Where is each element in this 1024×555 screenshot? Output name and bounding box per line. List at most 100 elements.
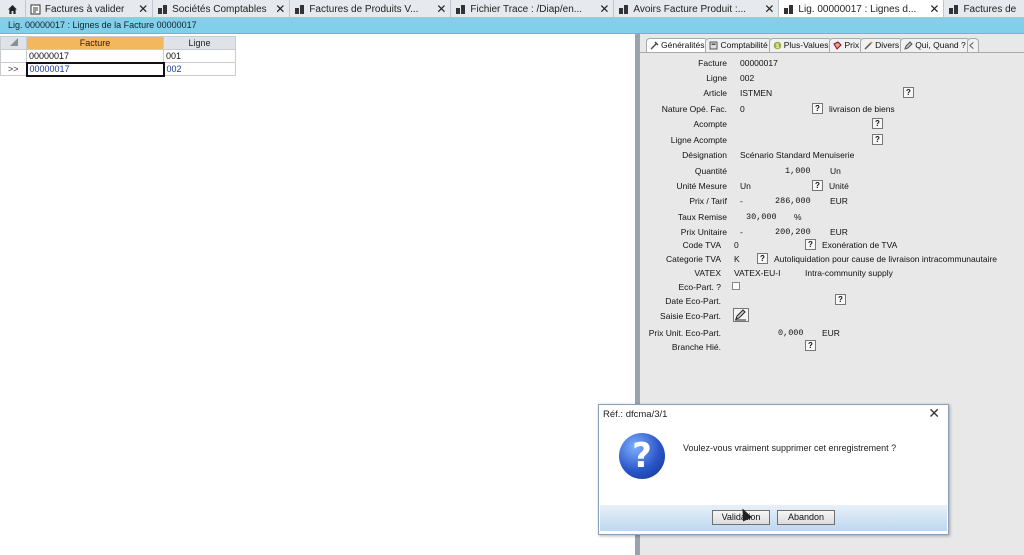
company-icon [619, 4, 629, 14]
quantite-unit: Un [830, 166, 841, 176]
categorie-tva-description: Autoliquidation pour cause de livraison … [774, 254, 998, 264]
designation-value[interactable]: Scénario Standard Menuiserie [740, 150, 854, 160]
company-icon [295, 4, 305, 14]
acompte-help-button[interactable]: ? [872, 118, 883, 129]
tab-label: Avoirs Facture Produit :... [633, 3, 747, 15]
invoice-icon [30, 4, 41, 14]
close-icon[interactable]: ✕ [436, 2, 446, 16]
vatex-value[interactable]: VATEX-EU-I [734, 268, 780, 278]
field-label-quantite: Quantité [694, 166, 727, 176]
branche-help-button[interactable]: ? [805, 340, 816, 351]
tools-icon [650, 41, 659, 50]
tab-divers[interactable]: Divers [860, 38, 904, 52]
corner-triangle-icon [9, 38, 18, 46]
unite-value[interactable]: Un [740, 181, 751, 191]
tab-societes-comptables[interactable]: Sociétés Comptables ✕ [153, 0, 291, 17]
row-marker [0, 49, 27, 63]
dialog-message: Voulez-vous vraiment supprimer cet enreg… [683, 443, 897, 453]
tab-generalites[interactable]: Généralités [646, 38, 709, 52]
field-label-eco-part: Eco-Part. ? [678, 282, 721, 292]
subtabs-divider [640, 52, 1024, 53]
dialog-footer: Validation Abandon [600, 505, 947, 531]
eco-part-checkbox[interactable] [732, 282, 740, 290]
close-icon[interactable]: ✕ [928, 405, 940, 422]
column-header-ligne[interactable]: Ligne [163, 36, 236, 50]
prix-unit-eco-value[interactable]: 0,000 [778, 328, 804, 338]
tab-avoirs-facture[interactable]: Avoirs Facture Produit :... ✕ [614, 0, 780, 17]
cell-ligne[interactable]: 001 [163, 49, 236, 63]
tab-plus-values[interactable]: $ Plus-Values [768, 38, 833, 52]
field-label-categorie-tva: Categorie TVA [666, 254, 721, 264]
field-label-designation: Désignation [682, 150, 727, 160]
quantite-value[interactable]: 1,000 [785, 166, 811, 176]
tab-qui-quand[interactable]: Qui, Quand ? [900, 38, 970, 52]
window-subheader: Lig. 00000017 : Lignes de la Facture 000… [0, 18, 1024, 34]
confirm-delete-dialog: Réf.: dfcma/3/1 ✕ ? Voulez-vous vraiment… [598, 404, 949, 535]
home-tab[interactable] [0, 0, 26, 17]
field-label-nature: Nature Opé. Fac. [661, 104, 727, 114]
close-icon[interactable]: ✕ [275, 2, 285, 16]
tab-label: Divers [875, 40, 900, 50]
tab-fichier-trace[interactable]: Fichier Trace : /Diap/en... ✕ [451, 0, 615, 17]
field-label-branche: Branche Hié. [671, 342, 721, 352]
tab-bar: Factures à valider ✕ Sociétés Comptables… [0, 0, 1024, 18]
categorie-tva-help-button[interactable]: ? [757, 253, 768, 264]
prix-tarif-sign: - [740, 196, 743, 206]
nature-description: livraison de biens [829, 104, 895, 114]
cell-facture[interactable]: 00000017 [25, 61, 165, 77]
calculator-icon [709, 41, 718, 50]
code-tva-value[interactable]: 0 [734, 240, 739, 250]
article-value[interactable]: ISTMEN [740, 88, 772, 98]
nature-value[interactable]: 0 [740, 104, 745, 114]
cell-facture[interactable]: 00000017 [26, 49, 164, 63]
tab-factures-de[interactable]: Factures de [944, 0, 1024, 17]
tab-prix[interactable]: Prix [829, 38, 864, 52]
field-label-article: Article [703, 88, 727, 98]
tab-label: Lig. 00000017 : Lignes d... [798, 3, 917, 15]
tab-factures-produits[interactable]: Factures de Produits V... ✕ [290, 0, 452, 17]
ligne-value[interactable]: 002 [740, 73, 754, 83]
field-label-ligne: Ligne [706, 73, 727, 83]
vatex-description: Intra-community supply [805, 268, 893, 278]
chevron-left-icon [968, 42, 974, 49]
table-row[interactable]: 00000017 001 [0, 49, 236, 63]
row-marker: >> [0, 62, 27, 76]
taux-remise-value[interactable]: 30,000 [746, 212, 777, 222]
tab-comptabilite[interactable]: Comptabilité [705, 38, 772, 52]
close-icon[interactable]: ✕ [138, 2, 148, 16]
tab-label: Fichier Trace : /Diap/en... [470, 3, 583, 15]
column-header-facture[interactable]: Facture [26, 36, 164, 50]
abandon-button[interactable]: Abandon [777, 510, 835, 525]
money-icon: $ [773, 41, 782, 50]
date-eco-part-help-button[interactable]: ? [835, 294, 846, 305]
record-list-pane: Facture Ligne 00000017 001 >> 00000017 0… [0, 34, 635, 555]
field-label-facture: Facture [698, 58, 727, 68]
prix-unitaire-unit: EUR [830, 227, 848, 237]
tab-factures-a-valider[interactable]: Factures à valider ✕ [25, 0, 154, 17]
ligne-acompte-help-button[interactable]: ? [872, 134, 883, 145]
prix-tarif-value[interactable]: 286,000 [775, 196, 811, 206]
tab-overflow[interactable] [966, 38, 979, 52]
pencil-icon [735, 309, 746, 321]
company-icon [949, 4, 959, 14]
table-row[interactable]: >> 00000017 002 [0, 61, 236, 77]
close-icon[interactable]: ✕ [929, 2, 939, 16]
close-icon[interactable]: ✕ [599, 2, 609, 16]
dialog-title: Réf.: dfcma/3/1 [603, 409, 668, 420]
nature-help-button[interactable]: ? [812, 103, 823, 114]
field-label-prix-unit-eco: Prix Unit. Eco-Part. [648, 328, 721, 338]
close-icon[interactable]: ✕ [764, 2, 774, 16]
article-help-button[interactable]: ? [903, 87, 914, 98]
field-label-vatex: VATEX [694, 268, 721, 278]
code-tva-help-button[interactable]: ? [805, 239, 816, 250]
edit-icon [904, 41, 913, 50]
cell-ligne[interactable]: 002 [163, 62, 236, 76]
unite-help-button[interactable]: ? [812, 180, 823, 191]
prix-unitaire-value[interactable]: 200,200 [775, 227, 811, 237]
categorie-tva-value[interactable]: K [734, 254, 740, 264]
tab-lignes-facture[interactable]: Lig. 00000017 : Lignes d... ✕ [779, 0, 945, 17]
facture-value[interactable]: 00000017 [740, 58, 778, 68]
saisie-eco-part-edit-button[interactable] [733, 308, 749, 322]
field-label-taux-remise: Taux Remise [677, 212, 727, 222]
grid-corner[interactable] [0, 36, 27, 50]
